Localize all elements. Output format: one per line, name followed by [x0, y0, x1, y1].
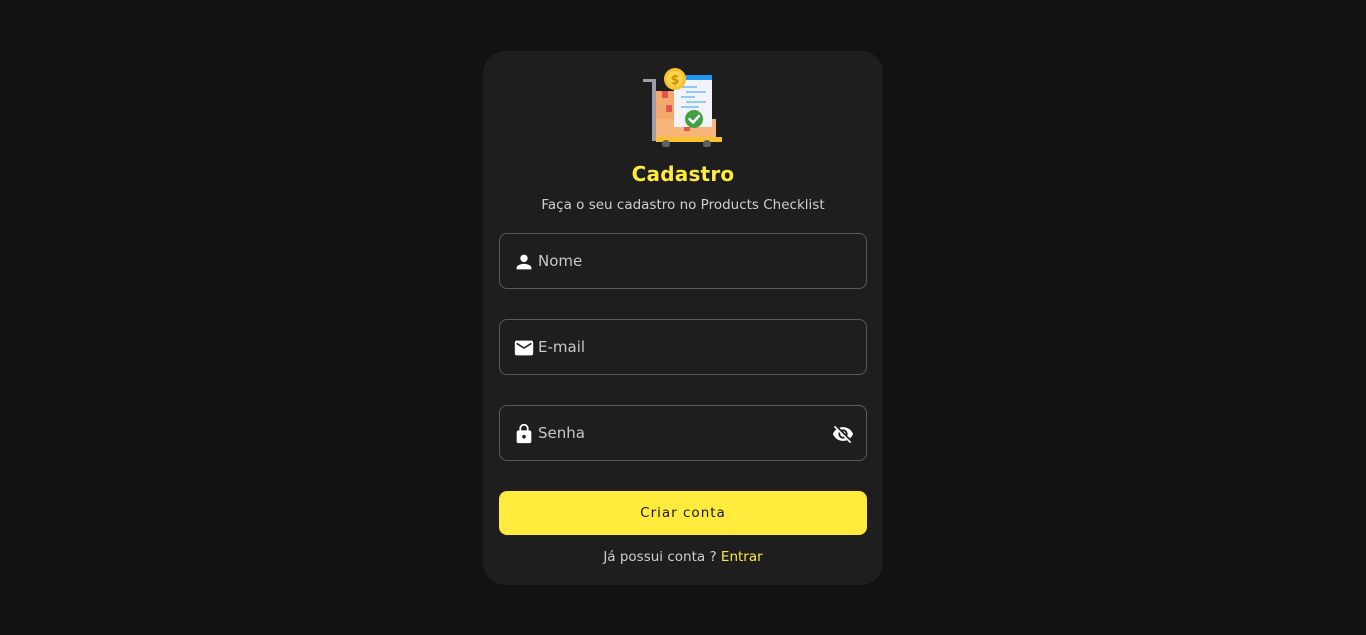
mail-icon: [513, 337, 535, 359]
lock-icon: [513, 423, 535, 445]
login-prompt-text: Já possui conta ?: [603, 549, 717, 565]
signup-card: $ Cadastro Faça o seu cadastro no Produc…: [483, 51, 883, 585]
password-field[interactable]: [499, 405, 867, 461]
login-prompt: Já possui conta ? Entrar: [483, 549, 883, 565]
create-account-button[interactable]: Criar conta: [499, 491, 867, 535]
eye-off-icon[interactable]: [831, 423, 855, 445]
name-field[interactable]: [499, 233, 867, 289]
email-field[interactable]: [499, 319, 867, 375]
email-input[interactable]: [538, 320, 818, 374]
password-input[interactable]: [538, 406, 818, 460]
cart-checklist-icon: $: [642, 67, 724, 148]
page-subtitle: Faça o seu cadastro no Products Checklis…: [541, 197, 825, 213]
name-input[interactable]: [538, 234, 818, 288]
page-title: Cadastro: [631, 162, 735, 186]
svg-text:$: $: [670, 73, 679, 88]
person-icon: [513, 251, 535, 273]
login-link[interactable]: Entrar: [721, 549, 763, 565]
